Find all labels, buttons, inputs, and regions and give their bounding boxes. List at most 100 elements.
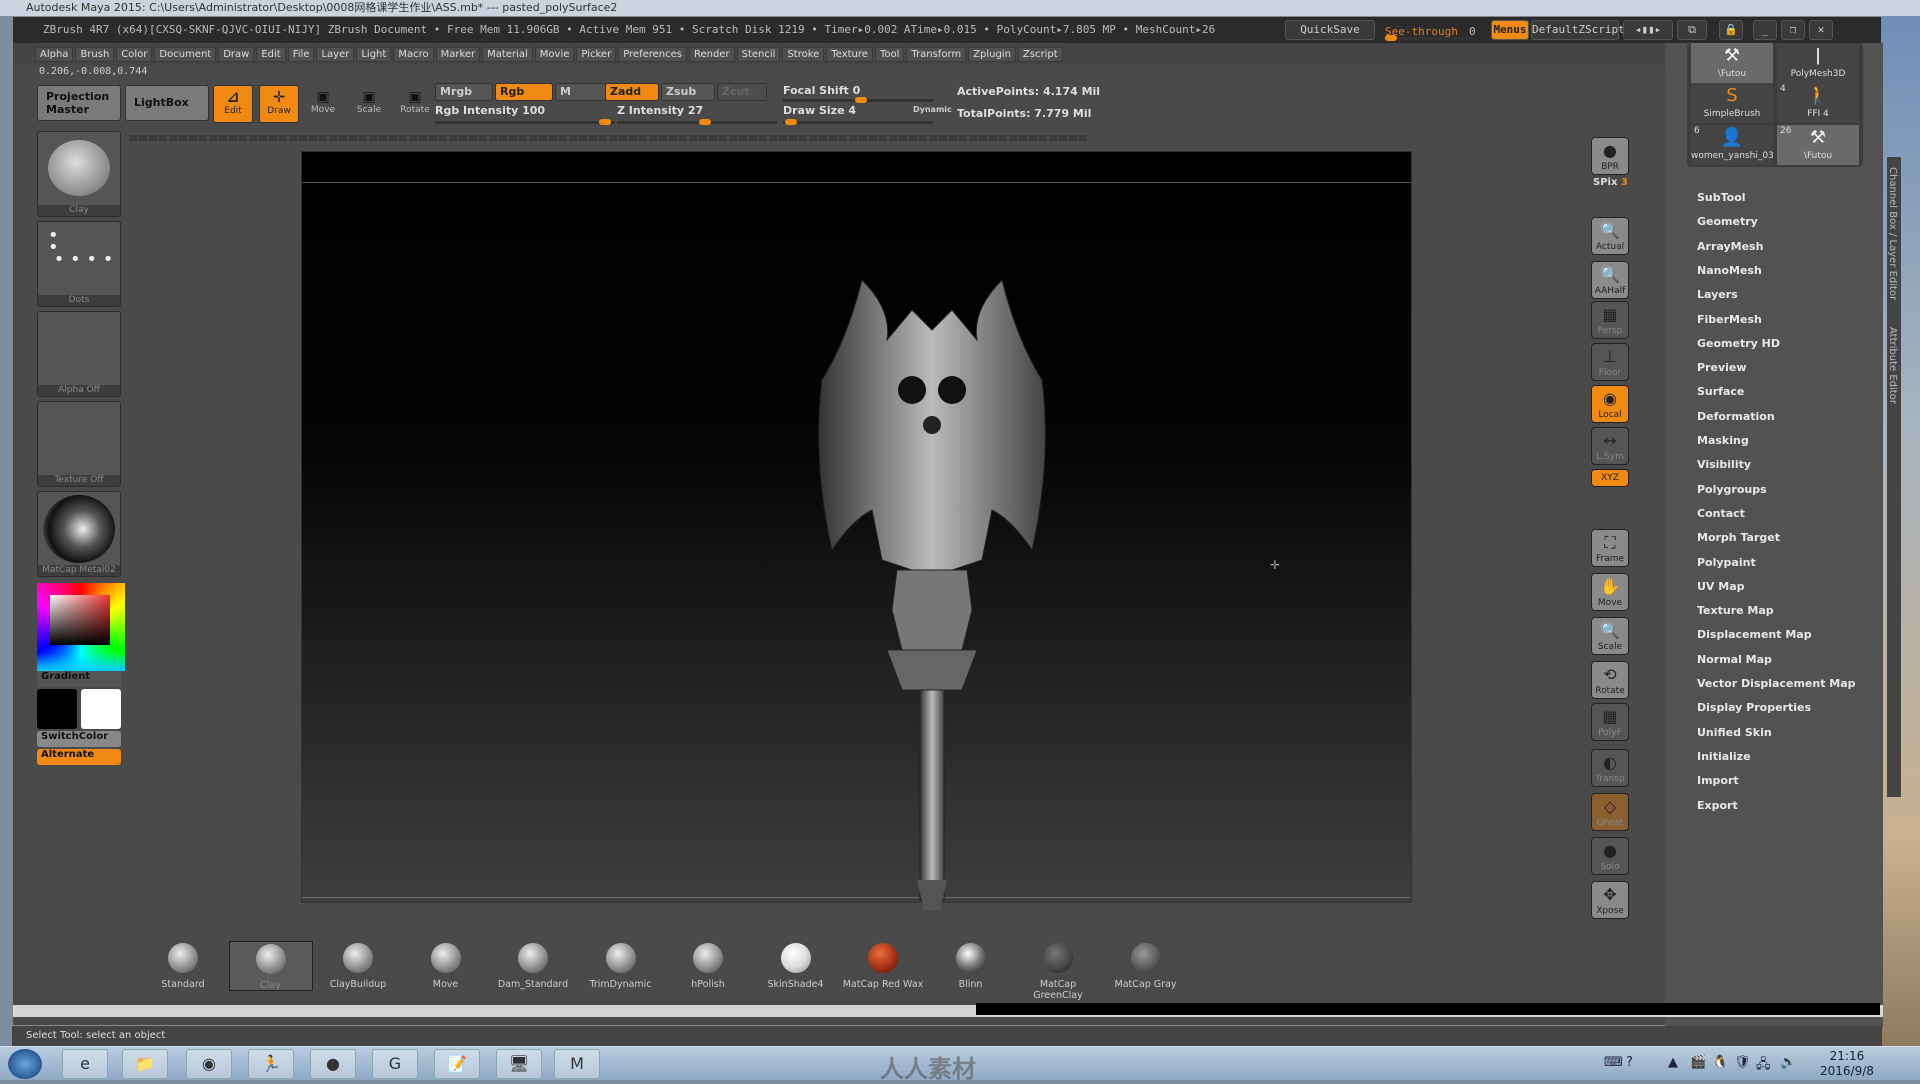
network-icon[interactable]: 🖧	[1756, 1055, 1771, 1077]
close-button[interactable]: ✕	[1809, 20, 1833, 40]
shelf-claybuildup[interactable]: ClayBuildup	[316, 941, 400, 991]
tool-menu-geometry[interactable]: Geometry	[1697, 215, 1758, 228]
layout-button[interactable]: ⧉	[1677, 20, 1707, 40]
shelf-hpolish[interactable]: hPolish	[666, 941, 750, 991]
alpha-thumbnail[interactable]: Alpha Off	[37, 311, 121, 397]
actual-button[interactable]: 🔍 Actual	[1591, 217, 1629, 255]
tool-menu-masking[interactable]: Masking	[1697, 434, 1749, 447]
tool-thumb[interactable]: 👤 women_yanshi_03 6	[1691, 125, 1774, 165]
focal-shift-slider[interactable]	[783, 97, 933, 103]
clock[interactable]: 21:16 2016/9/8	[1820, 1049, 1874, 1079]
shelf-skinshade4[interactable]: SkinShade4	[754, 941, 838, 991]
menu-edit[interactable]: Edit	[256, 46, 286, 62]
menu-draw[interactable]: Draw	[218, 46, 255, 62]
tray-expand-icon[interactable]: ▲	[1668, 1055, 1678, 1070]
shelf-standard[interactable]: Standard	[141, 941, 225, 991]
tool-menu-deformation[interactable]: Deformation	[1697, 410, 1775, 423]
attribute-editor-tab[interactable]: Attribute Editor	[1887, 327, 1898, 404]
gradient-toggle[interactable]: Gradient	[37, 671, 121, 687]
aahalf-button[interactable]: 🔍 AAHalf	[1591, 261, 1629, 299]
tray-app-icon[interactable]: 🎬	[1690, 1055, 1706, 1070]
ghost-button[interactable]: ◇ Ghost	[1591, 793, 1629, 831]
taskbar-zbrush-icon[interactable]: 🏃	[248, 1049, 294, 1079]
menu-material[interactable]: Material	[482, 46, 533, 62]
stroke-thumbnail[interactable]: • • • • • • Dots	[37, 221, 121, 307]
minimize-button[interactable]: _	[1753, 20, 1777, 40]
move-button[interactable]: ▣ Move	[305, 89, 341, 115]
bpr-button[interactable]: ● BPR	[1591, 137, 1629, 175]
default-zscript-button[interactable]: DefaultZScript	[1531, 20, 1625, 40]
see-through-slider[interactable]	[1383, 35, 1473, 41]
secondary-color-swatch[interactable]	[81, 689, 121, 729]
menu-tool[interactable]: Tool	[874, 46, 905, 62]
rgb-button[interactable]: Rgb	[495, 83, 553, 101]
menu-zscript[interactable]: Zscript	[1017, 46, 1063, 62]
draw-size-slider[interactable]	[783, 119, 933, 125]
solo-button[interactable]: ● Solo	[1591, 837, 1629, 875]
layout-arrows-button[interactable]: ◂▮▮▸	[1623, 20, 1673, 40]
texture-thumbnail[interactable]: Texture Off	[37, 401, 121, 487]
taskbar-computer-icon[interactable]: 🖥	[496, 1049, 542, 1079]
restore-button[interactable]: ❐	[1781, 20, 1805, 40]
xpose-button[interactable]: ✥ Xpose	[1591, 881, 1629, 919]
document-canvas[interactable]: ✛	[301, 151, 1412, 910]
switch-color-button[interactable]: SwitchColor	[37, 731, 121, 747]
tool-menu-normal-map[interactable]: Normal Map	[1697, 653, 1772, 666]
taskbar-explorer-icon[interactable]: 📁	[122, 1049, 168, 1079]
draw-button[interactable]: ✛ Draw	[259, 85, 299, 123]
tool-menu-unified-skin[interactable]: Unified Skin	[1697, 726, 1772, 739]
shield-icon[interactable]: 🛡	[1734, 1055, 1751, 1070]
rgb-intensity-slider[interactable]	[435, 119, 615, 125]
shelf-clay[interactable]: Clay	[228, 941, 313, 991]
taskbar-app-icon[interactable]: ◉	[186, 1049, 232, 1079]
tool-menu-uv-map[interactable]: UV Map	[1697, 580, 1745, 593]
main-color-swatch[interactable]	[37, 689, 77, 729]
tool-menu-polygroups[interactable]: Polygroups	[1697, 483, 1767, 496]
menu-marker[interactable]: Marker	[435, 46, 481, 62]
frame-button[interactable]: ⛶ Frame	[1591, 529, 1629, 567]
material-thumbnail[interactable]: MatCap Metal02	[37, 491, 121, 577]
menu-texture[interactable]: Texture	[826, 46, 873, 62]
tool-thumb[interactable]: ⚒ \Futou 26	[1777, 125, 1859, 165]
zsub-button[interactable]: Zsub	[661, 83, 715, 101]
lock-icon[interactable]: 🔒	[1719, 20, 1743, 40]
taskbar-maya-icon[interactable]: M	[554, 1049, 600, 1079]
projection-master-button[interactable]: Projection Master	[37, 85, 121, 121]
tool-menu-geometry-hd[interactable]: Geometry HD	[1697, 337, 1780, 350]
tool-menu-contact[interactable]: Contact	[1697, 507, 1745, 520]
qq-icon[interactable]: 🐧	[1712, 1055, 1728, 1070]
tool-menu-fibermesh[interactable]: FiberMesh	[1697, 313, 1762, 326]
shelf-trimdynamic[interactable]: TrimDynamic	[579, 941, 663, 991]
tool-menu-subtool[interactable]: SubTool	[1697, 191, 1746, 204]
alternate-button[interactable]: Alternate	[37, 749, 121, 765]
menus-button[interactable]: Menus	[1491, 20, 1529, 40]
tool-menu-surface[interactable]: Surface	[1697, 385, 1744, 398]
persp-button[interactable]: ▦ Persp	[1591, 301, 1629, 339]
zadd-button[interactable]: Zadd	[605, 83, 659, 101]
lightbox-button[interactable]: LightBox	[125, 85, 209, 121]
scale-button[interactable]: 🔍 Scale	[1591, 617, 1629, 655]
scale-button[interactable]: ▣ Scale	[351, 89, 387, 115]
menu-light[interactable]: Light	[356, 46, 392, 62]
taskbar-app3-icon[interactable]: G	[372, 1049, 418, 1079]
edit-button[interactable]: ⊿ Edit	[213, 85, 253, 123]
zcut-button[interactable]: Zcut	[717, 83, 767, 101]
transp-button[interactable]: ◐ Transp	[1591, 749, 1629, 787]
keyboard-icon[interactable]: ⌨	[1604, 1055, 1623, 1070]
shelf-dam_standard[interactable]: Dam_Standard	[491, 941, 575, 991]
tool-menu-layers[interactable]: Layers	[1697, 288, 1738, 301]
rotate-button[interactable]: ⟲ Rotate	[1591, 661, 1629, 699]
tool-menu-initialize[interactable]: Initialize	[1697, 750, 1751, 763]
color-square[interactable]	[50, 595, 110, 645]
start-button[interactable]	[8, 1049, 42, 1079]
menu-brush[interactable]: Brush	[75, 46, 115, 62]
tool-thumb[interactable]: ǀ PolyMesh3D	[1777, 43, 1859, 83]
tool-menu-preview[interactable]: Preview	[1697, 361, 1747, 374]
tool-menu-vector-displacement-map[interactable]: Vector Displacement Map	[1697, 677, 1856, 690]
shelf-blinn[interactable]: Blinn	[929, 941, 1013, 991]
tool-menu-nanomesh[interactable]: NanoMesh	[1697, 264, 1762, 277]
menu-stencil[interactable]: Stencil	[736, 46, 781, 62]
command-line[interactable]	[976, 1003, 1880, 1015]
taskbar-ie-icon[interactable]: e	[62, 1049, 108, 1079]
dynamic-toggle[interactable]: Dynamic	[913, 105, 952, 114]
